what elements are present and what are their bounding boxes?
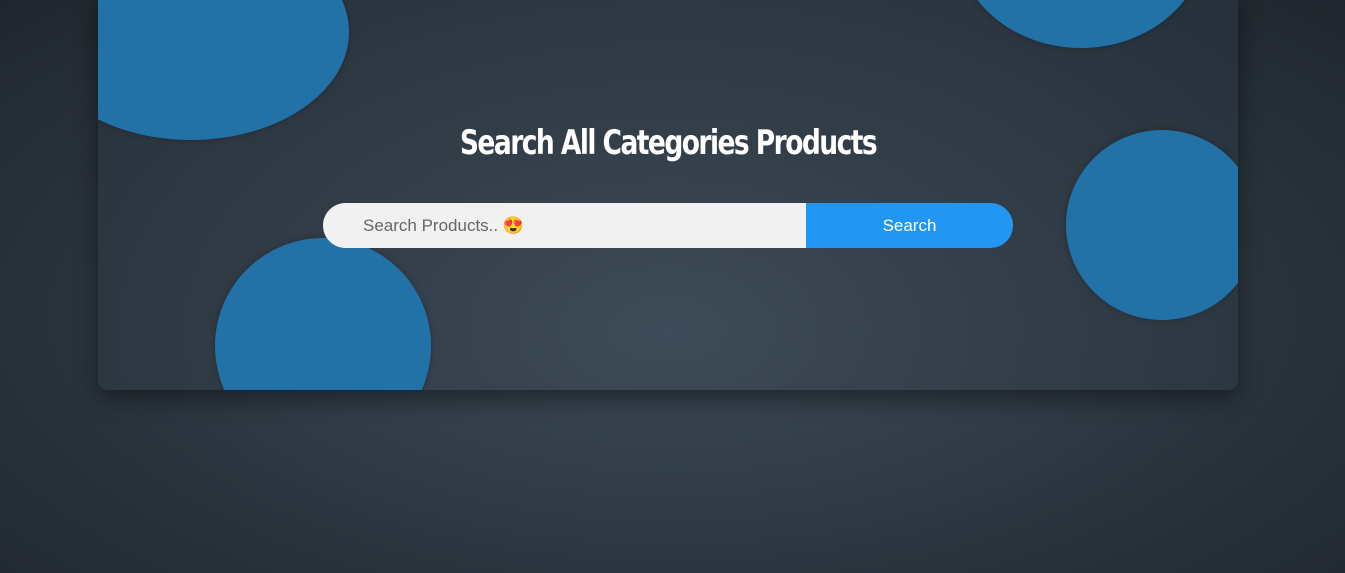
search-button[interactable]: Search: [806, 203, 1013, 248]
hero-banner: Search All Categories Products Search: [98, 0, 1238, 390]
page-title: Search All Categories Products: [459, 123, 878, 163]
decorative-circle: [98, 0, 349, 140]
search-bar: Search: [323, 203, 1013, 248]
decorative-circle: [956, 0, 1206, 48]
search-input[interactable]: [323, 203, 806, 248]
decorative-circle: [215, 238, 431, 390]
